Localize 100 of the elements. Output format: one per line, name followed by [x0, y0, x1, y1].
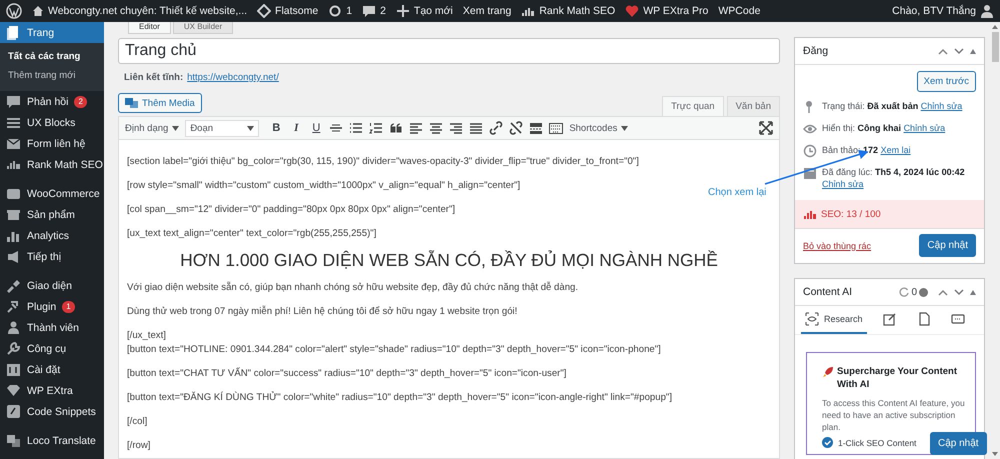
- editor-tab[interactable]: UX Builder: [172, 22, 234, 34]
- menu-item[interactable]: WooCommerce: [0, 183, 104, 204]
- menu-item[interactable]: Analytics: [0, 225, 104, 246]
- content-text: [ux_text text_align="center" text_color="rgb(255,255,255)"]: [127, 228, 378, 240]
- site-link[interactable]: Webcongty.net chuyên: Thiết kế website,...: [32, 5, 248, 17]
- trash-link[interactable]: Bỏ vào thùng rác: [803, 240, 872, 250]
- user-greeting[interactable]: Chào, BTV Thắng: [892, 4, 994, 18]
- triangle-up-icon: [970, 290, 976, 294]
- toolbar-button[interactable]: [509, 121, 524, 135]
- update-button[interactable]: Cập nhật: [919, 234, 976, 257]
- scroll-up-icon: [992, 25, 998, 29]
- popup-text: To access this Content AI feature, you need to have an active subscription plan.: [822, 397, 965, 433]
- megaphone-icon: [6, 249, 21, 264]
- menu-item[interactable]: UX Blocks: [0, 112, 104, 133]
- publish-info: Trạng thái: Đã xuất bản Chỉnh sửa: [822, 100, 962, 112]
- toolbar-link[interactable]: 2: [362, 4, 386, 18]
- menu-item[interactable]: Giao diện: [0, 275, 104, 296]
- toolbar-link[interactable]: 1: [328, 4, 352, 18]
- edit-link[interactable]: Chỉnh sửa: [920, 101, 962, 111]
- toolbar-button[interactable]: [489, 121, 504, 135]
- menu-item[interactable]: Rank Math SEO: [0, 154, 104, 175]
- feature-text: 1-Click SEO Content: [838, 438, 916, 448]
- toolbar-button[interactable]: [409, 121, 424, 135]
- chevron-down-icon: [954, 48, 964, 54]
- user-avatar-icon: [980, 4, 994, 18]
- content-text: [/col]: [127, 416, 148, 428]
- menu-item[interactable]: Plugin 1: [0, 296, 104, 317]
- edit-link[interactable]: Xem lại: [880, 145, 911, 155]
- toolbar-link[interactable]: Rank Math SEO: [521, 4, 616, 18]
- toolbar-link[interactable]: Flatsome: [257, 4, 318, 18]
- floating-update-button[interactable]: Cập nhật: [930, 432, 987, 455]
- publish-info: Hiển thị: Công khai Chỉnh sửa: [822, 122, 946, 134]
- info-icon: [919, 288, 928, 296]
- rocket-icon: [822, 366, 834, 378]
- read-more-icon: [529, 121, 544, 135]
- toolbar-link[interactable]: WP EXtra Pro: [625, 4, 708, 18]
- store-icon: [6, 186, 21, 201]
- align-left-icon: [409, 121, 424, 135]
- popup-title: Supercharge Your Content With AI: [837, 365, 958, 391]
- editor-tab[interactable]: Editor: [128, 22, 171, 34]
- toolbar-button[interactable]: [529, 121, 544, 135]
- permalink-link[interactable]: https://webcongty.net/: [187, 72, 279, 83]
- toolbar-button[interactable]: [469, 121, 484, 135]
- menu-item[interactable]: Sản phẩm: [0, 204, 104, 225]
- content-text: Với giao diện website sẵn có, giúp bạn nhanh chóng sở hữu website đẹp, đầy đủ chức năng thật dễ dàng.: [127, 282, 580, 294]
- toolbar-button[interactable]: [369, 121, 384, 135]
- paragraph-select[interactable]: Đoạn: [185, 120, 260, 136]
- submenu-item[interactable]: Tất cả các trang: [0, 47, 104, 66]
- scrollbar[interactable]: [990, 22, 1000, 459]
- menu-item[interactable]: Code Snippets: [0, 401, 104, 422]
- submenu-item[interactable]: Thêm trang mới: [0, 66, 104, 85]
- menu-item[interactable]: Công cụ: [0, 338, 104, 359]
- menu-item[interactable]: Trang: [0, 22, 104, 43]
- wrench-icon: [6, 341, 21, 356]
- title-field[interactable]: Trang chủ: [118, 38, 780, 64]
- toolbar-link[interactable]: Tạo mới: [396, 4, 453, 18]
- edit-link[interactable]: Chỉnh sửa: [822, 179, 864, 189]
- menu-item[interactable]: Form liên hệ: [0, 133, 104, 154]
- chat-icon: [950, 312, 965, 326]
- plus-icon: [396, 4, 410, 18]
- comment-icon: [362, 4, 376, 18]
- format-button[interactable]: U: [309, 122, 324, 134]
- content-ai-tab[interactable]: Research: [801, 306, 867, 334]
- edit-link[interactable]: Chỉnh sửa: [904, 123, 946, 133]
- toolbar-button[interactable]: [449, 121, 464, 135]
- toolbar-link[interactable]: WPCode: [718, 5, 760, 17]
- toolbar-link[interactable]: Xem trang: [462, 5, 512, 17]
- format-menu[interactable]: Định dạng: [125, 122, 180, 134]
- toolbar-button[interactable]: [549, 121, 564, 135]
- menu-item[interactable]: Loco Translate: [0, 430, 104, 451]
- publish-info: Đã đăng lúc: Th5 4, 2024 lúc 00:42 Chỉnh sửa: [822, 166, 966, 190]
- menu-item[interactable]: Phản hồi 2: [0, 91, 104, 112]
- triangle-up-icon: [970, 48, 976, 54]
- numbered-list-icon: [369, 121, 384, 135]
- permalink-label: Liên kết tĩnh:: [124, 72, 184, 83]
- bullet-list-icon: [349, 121, 364, 135]
- shortcodes-menu[interactable]: Shortcodes: [569, 122, 628, 134]
- menu-item[interactable]: WP EXtra: [0, 380, 104, 401]
- history-icon: [803, 144, 817, 158]
- seo-score: SEO: 13 / 100: [821, 208, 881, 220]
- format-button[interactable]: I: [289, 122, 304, 134]
- refresh-icon: [328, 4, 342, 18]
- eye-icon: [805, 312, 819, 326]
- add-media-button[interactable]: Thêm Media: [118, 93, 202, 113]
- toolbar-button[interactable]: [349, 121, 364, 135]
- menu-item[interactable]: Tiếp thị: [0, 246, 104, 267]
- editor-mode-tab[interactable]: Trực quan: [662, 96, 724, 116]
- format-button[interactable]: B: [269, 122, 284, 134]
- preview-button[interactable]: Xem trước: [916, 71, 976, 92]
- fullscreen-button[interactable]: [759, 121, 773, 135]
- quote-icon: [389, 121, 404, 135]
- toolbar-button[interactable]: [389, 121, 404, 135]
- menu-item[interactable]: Cài đặt: [0, 359, 104, 380]
- comment-icon: [6, 94, 21, 109]
- refresh-icon: [899, 287, 910, 297]
- toolbar-button[interactable]: [429, 121, 444, 135]
- caret-icon: [621, 126, 628, 130]
- scroll-thumb[interactable]: [992, 32, 998, 62]
- menu-item[interactable]: Thành viên: [0, 317, 104, 338]
- editor-mode-tab[interactable]: Văn bản: [726, 96, 780, 116]
